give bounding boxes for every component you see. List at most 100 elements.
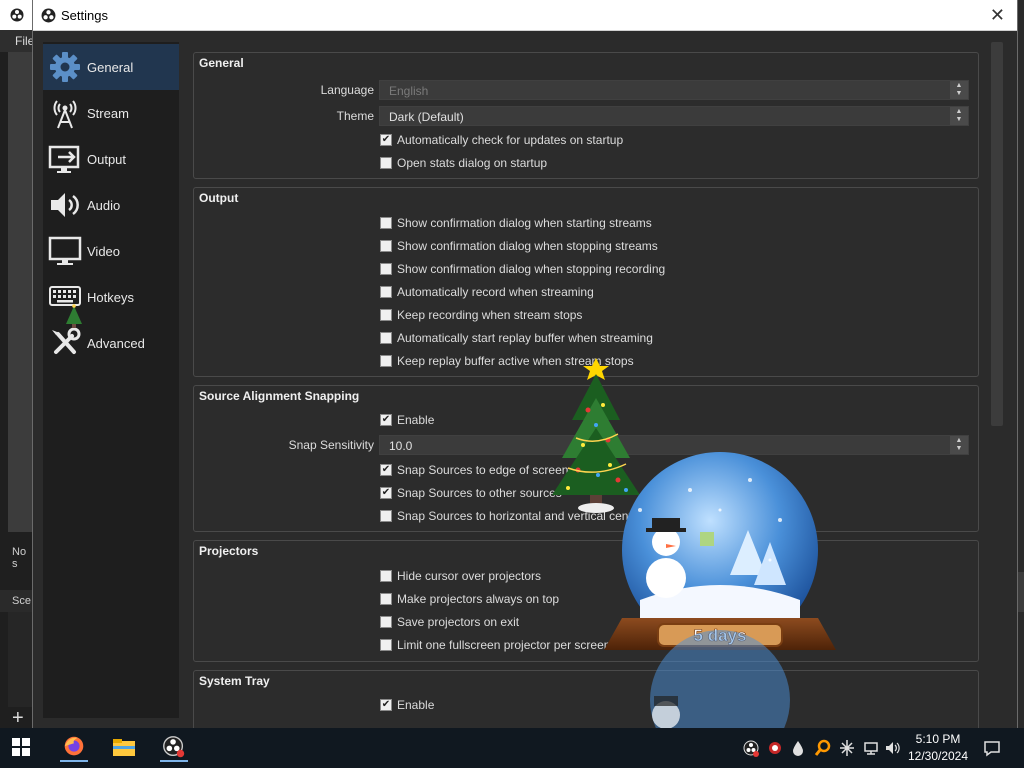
checkbox-icon: [380, 355, 392, 367]
check-updates-checkbox[interactable]: ✔ Automatically check for updates on sta…: [380, 130, 623, 150]
add-scene-button[interactable]: +: [12, 708, 34, 728]
water-drop-icon[interactable]: [790, 738, 806, 758]
checkbox-label: Show confirmation dialog when starting s…: [397, 216, 652, 230]
notification-icon[interactable]: [982, 738, 1002, 758]
group-system-tray: System Tray ✔ Enable: [193, 670, 979, 728]
obs-logo-icon: [41, 8, 56, 23]
projectors-on-top-checkbox[interactable]: Make projectors always on top: [380, 589, 559, 609]
updown-arrows-icon: ▲ ▼: [950, 436, 968, 454]
checkbox-icon: [380, 616, 392, 628]
scenes-list[interactable]: [8, 612, 34, 707]
gear-icon: [45, 47, 85, 87]
checkbox-icon: ✔: [380, 134, 392, 146]
sidebar-item-output[interactable]: Output: [43, 136, 179, 182]
settings-titlebar: Settings ✕: [33, 0, 1017, 31]
close-button[interactable]: ✕: [990, 5, 1005, 26]
group-title: Projectors: [199, 544, 259, 558]
checkbox-icon: [380, 570, 392, 582]
checkbox-label: Snap Sources to other sources: [397, 486, 562, 500]
theme-select[interactable]: Dark (Default) ▲ ▼: [379, 106, 969, 126]
preview-panel: [8, 52, 34, 532]
sidebar-item-label: Advanced: [87, 335, 145, 351]
keep-recording-checkbox[interactable]: Keep recording when stream stops: [380, 305, 582, 325]
group-general: General Language English ▲ ▼ Theme Dark (…: [193, 52, 979, 179]
group-title: General: [199, 56, 244, 70]
windows-start-icon[interactable]: [12, 738, 30, 756]
firefox-icon[interactable]: [60, 734, 88, 762]
snap-sensitivity-label: Snap Sensitivity: [288, 438, 374, 452]
settings-dialog: Settings ✕ General Stream Output Audio V…: [32, 0, 1018, 728]
obs-logo-icon: [10, 8, 24, 22]
gadget-tray-icon[interactable]: [766, 738, 784, 758]
theme-value: Dark (Default): [389, 110, 464, 124]
checkbox-icon: [380, 263, 392, 275]
checkbox-icon: [380, 309, 392, 321]
snowflake-icon[interactable]: [838, 738, 856, 758]
checkbox-label: Keep recording when stream stops: [397, 308, 583, 322]
confirm-start-stream-checkbox[interactable]: Show confirmation dialog when starting s…: [380, 213, 652, 233]
sidebar-item-label: Hotkeys: [87, 289, 134, 305]
auto-record-checkbox[interactable]: Automatically record when streaming: [380, 282, 594, 302]
language-label: Language: [320, 83, 374, 97]
group-title: Source Alignment Snapping: [199, 389, 360, 403]
checkbox-icon: [380, 639, 392, 651]
auto-replay-buffer-checkbox[interactable]: Automatically start replay buffer when s…: [380, 328, 653, 348]
volume-icon[interactable]: [884, 738, 902, 758]
limit-fullscreen-checkbox[interactable]: Limit one fullscreen projector per scree…: [380, 635, 610, 655]
theme-label: Theme: [336, 109, 374, 123]
checkbox-icon: [380, 510, 392, 522]
sidebar-item-video[interactable]: Video: [43, 228, 179, 274]
language-value: English: [389, 84, 429, 98]
network-icon[interactable]: [862, 738, 880, 758]
snow-globe-icon: 5 days: [604, 452, 836, 728]
sidebar-item-label: Video: [87, 243, 121, 259]
sidebar-item-stream[interactable]: Stream: [43, 90, 179, 136]
checkbox-icon: ✔: [380, 699, 392, 711]
open-stats-checkbox[interactable]: Open stats dialog on startup: [380, 153, 547, 173]
search-tray-icon[interactable]: [814, 738, 832, 758]
content-scrollbar[interactable]: [991, 42, 1003, 426]
sidebar-item-general[interactable]: General: [43, 44, 179, 90]
obs-icon[interactable]: [160, 734, 188, 762]
checkbox-icon: [380, 157, 392, 169]
menu-file[interactable]: File: [0, 30, 34, 52]
monitor-icon: [45, 231, 85, 271]
checkbox-label: Snap Sources to edge of screen: [397, 463, 569, 477]
obs-tray-icon[interactable]: [742, 738, 760, 758]
checkbox-label: Automatically start replay buffer when s…: [397, 331, 653, 345]
snapping-enable-checkbox[interactable]: ✔ Enable: [380, 410, 434, 430]
confirm-stop-recording-checkbox[interactable]: Show confirmation dialog when stopping r…: [380, 259, 665, 279]
sidebar-item-audio[interactable]: Audio: [43, 182, 179, 228]
file-explorer-icon[interactable]: [110, 734, 138, 762]
checkbox-icon: ✔: [380, 464, 392, 476]
speaker-icon: [45, 185, 85, 225]
snap-edge-checkbox[interactable]: ✔ Snap Sources to edge of screen: [380, 460, 568, 480]
group-output: Output Show confirmation dialog when sta…: [193, 187, 979, 377]
checkbox-label: Make projectors always on top: [397, 592, 560, 606]
save-projectors-checkbox[interactable]: Save projectors on exit: [380, 612, 519, 632]
mini-tree-icon: [66, 304, 82, 328]
checkbox-icon: [380, 286, 392, 298]
hide-cursor-checkbox[interactable]: Hide cursor over projectors: [380, 566, 541, 586]
checkbox-icon: ✔: [380, 487, 392, 499]
checkbox-label: Hide cursor over projectors: [397, 569, 542, 583]
checkbox-label: Enable: [397, 413, 435, 427]
sidebar-item-label: Audio: [87, 197, 121, 213]
snap-sources-checkbox[interactable]: ✔ Snap Sources to other sources: [380, 483, 562, 503]
checkbox-label: Automatically check for updates on start…: [397, 133, 624, 147]
confirm-stop-stream-checkbox[interactable]: Show confirmation dialog when stopping s…: [380, 236, 658, 256]
desktop: File No s Sce + Settings ✕ General Strea…: [0, 0, 1024, 768]
checkbox-label: Automatically record when streaming: [397, 285, 594, 299]
checkbox-icon: ✔: [380, 414, 392, 426]
system-tray-enable-checkbox[interactable]: ✔ Enable: [380, 695, 434, 715]
updown-arrows-icon: ▲ ▼: [950, 81, 968, 99]
checkbox-icon: [380, 332, 392, 344]
output-monitor-icon: [45, 139, 85, 179]
checkbox-label: Save projectors on exit: [397, 615, 520, 629]
checkbox-label: Show confirmation dialog when stopping r…: [397, 262, 666, 276]
taskbar: 5:10 PM 12/30/2024: [0, 728, 1024, 768]
clock[interactable]: 5:10 PM 12/30/2024: [902, 731, 974, 765]
language-select[interactable]: English ▲ ▼: [379, 80, 969, 100]
settings-sidebar: General Stream Output Audio Video Hotkey…: [43, 42, 179, 718]
sidebar-item-label: Stream: [87, 105, 129, 121]
